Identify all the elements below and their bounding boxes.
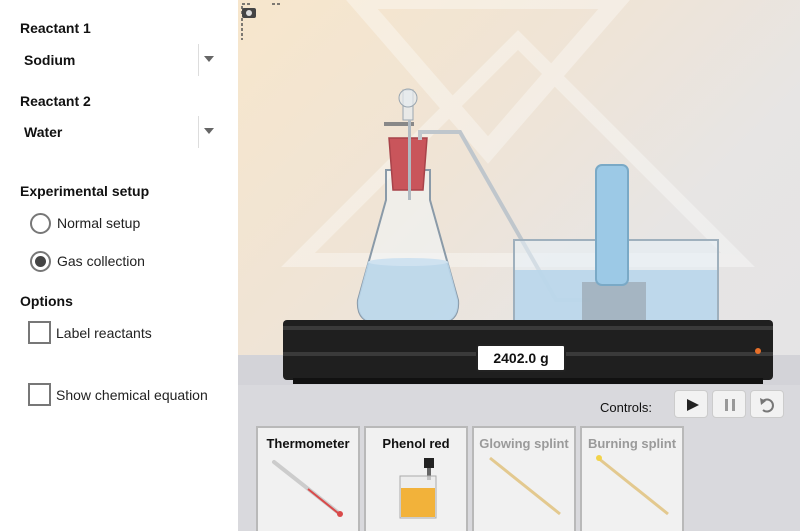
reactant1-select[interactable]: Sodium: [20, 44, 216, 76]
checkbox-label: Show chemical equation: [56, 387, 208, 403]
chevron-down-icon: [204, 128, 214, 134]
options-heading: Options: [20, 293, 73, 309]
tool-burning-splint[interactable]: Burning splint: [580, 426, 684, 531]
checkbox-label: Label reactants: [56, 325, 152, 341]
tool-phenol-red[interactable]: Phenol red: [364, 426, 468, 531]
reactant1-value: Sodium: [24, 52, 76, 68]
checkbox[interactable]: [28, 383, 51, 406]
phenol-red-icon: [399, 458, 437, 519]
pause-button[interactable]: [712, 390, 746, 418]
checkbox[interactable]: [28, 321, 51, 344]
radio-button[interactable]: [30, 251, 51, 272]
reset-button[interactable]: [750, 390, 784, 418]
reactant2-select[interactable]: Water: [20, 116, 216, 148]
play-icon: [687, 399, 699, 411]
reactant2-heading: Reactant 2: [20, 93, 91, 109]
simulation-stage: 2402.0 g Controls: Thermometer Phenol re…: [238, 0, 800, 531]
pause-icon: [725, 399, 735, 411]
tool-glowing-splint[interactable]: Glowing splint: [472, 426, 576, 531]
gas-collection-trough: [513, 164, 719, 329]
radio-label: Gas collection: [57, 253, 145, 269]
thermometer-icon: [272, 460, 343, 517]
select-divider: [198, 116, 199, 148]
radio-label: Normal setup: [57, 215, 141, 231]
burning-splint-icon: [596, 455, 669, 516]
controls-label: Controls:: [600, 400, 653, 415]
tool-thermometer[interactable]: Thermometer: [256, 426, 360, 531]
setup-heading: Experimental setup: [20, 183, 150, 199]
background-shapes: [281, 0, 755, 267]
reactant1-heading: Reactant 1: [20, 20, 91, 36]
camera-icon[interactable]: [238, 0, 286, 42]
play-button[interactable]: [674, 390, 708, 418]
radio-button[interactable]: [30, 213, 51, 234]
glowing-splint-icon: [489, 456, 561, 516]
reactant2-value: Water: [24, 124, 63, 140]
reset-icon: [760, 398, 774, 413]
control-panel: Reactant 1 Sodium Reactant 2 Water Exper…: [0, 0, 238, 531]
select-divider: [198, 44, 199, 76]
balance-reading: 2402.0 g: [476, 344, 566, 372]
chevron-down-icon: [204, 56, 214, 62]
